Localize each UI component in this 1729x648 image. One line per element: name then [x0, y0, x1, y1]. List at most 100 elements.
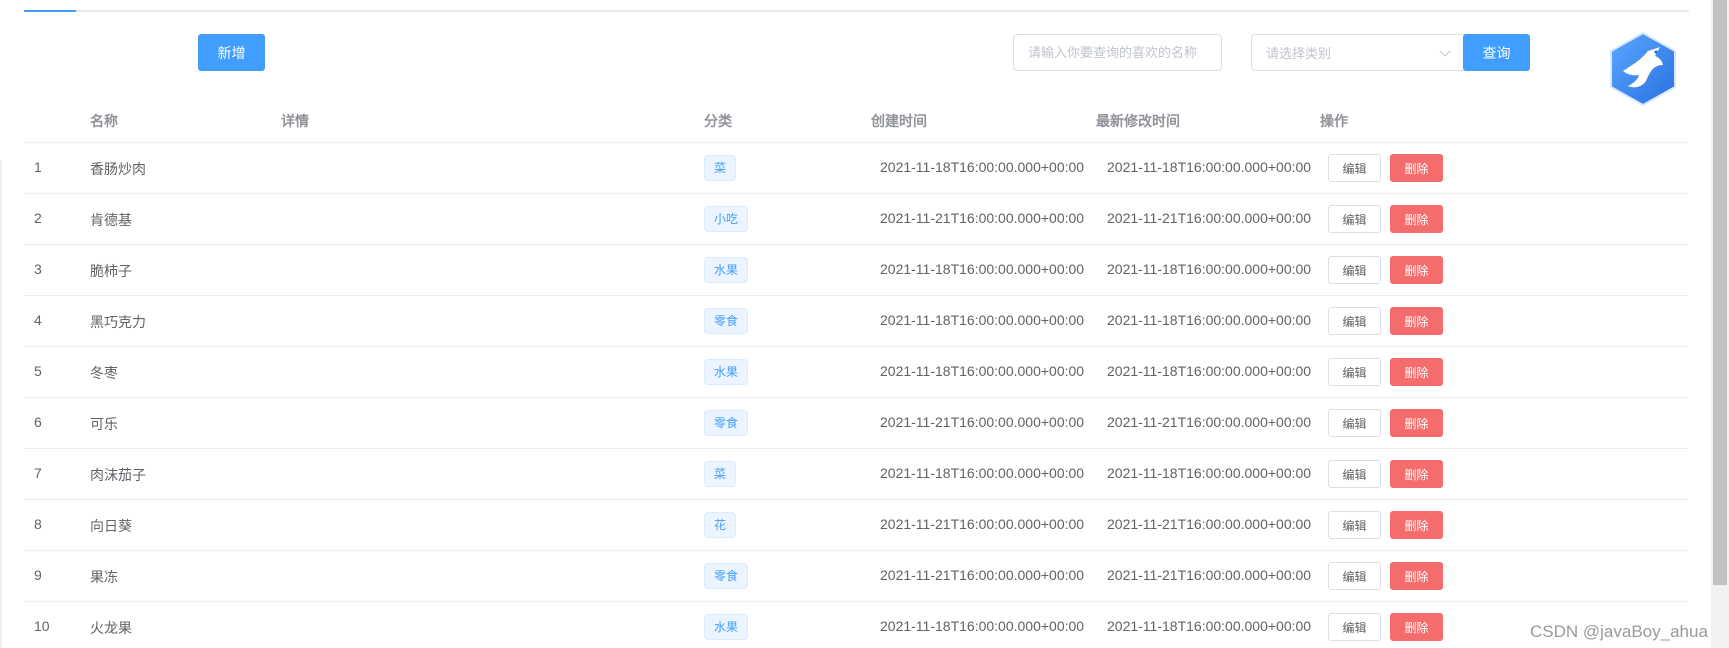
table-row: 4 黑巧克力 零食 2021-11-18T16:00:00.000+00:00 … [24, 296, 1688, 347]
delete-button[interactable]: 删除 [1390, 307, 1443, 335]
row-index: 5 [34, 363, 42, 379]
column-header-detail: 详情 [281, 113, 309, 129]
row-modified-time: 2021-11-18T16:00:00.000+00:00 [1107, 261, 1312, 277]
row-index: 8 [34, 516, 42, 532]
watermark: CSDN @javaBoy_ahua [1530, 622, 1708, 641]
table-header: 名称 详情 分类 创建时间 最新修改时间 操作 [24, 98, 1688, 143]
table-row: 3 脆柿子 水果 2021-11-18T16:00:00.000+00:00 2… [24, 245, 1688, 296]
row-index: 10 [34, 618, 50, 634]
row-modified-time: 2021-11-18T16:00:00.000+00:00 [1107, 465, 1312, 481]
row-name: 黑巧克力 [90, 314, 146, 330]
row-name: 火龙果 [90, 620, 132, 636]
edit-button[interactable]: 编辑 [1328, 358, 1381, 386]
search-button[interactable]: 查询 [1463, 34, 1530, 71]
row-created-time: 2021-11-21T16:00:00.000+00:00 [880, 210, 1085, 226]
column-header-actions: 操作 [1320, 113, 1348, 129]
delete-button[interactable]: 删除 [1390, 205, 1443, 233]
column-header-category: 分类 [704, 113, 732, 129]
delete-button[interactable]: 删除 [1390, 511, 1443, 539]
vertical-scrollbar[interactable] [1711, 0, 1729, 648]
row-name: 冬枣 [90, 365, 118, 381]
column-header-name: 名称 [90, 113, 118, 129]
row-modified-time: 2021-11-18T16:00:00.000+00:00 [1107, 618, 1312, 634]
row-name: 向日葵 [90, 518, 132, 534]
bird-hexagon-logo-icon [1608, 31, 1678, 107]
category-tag: 小吃 [704, 206, 749, 232]
top-tabs [24, 0, 1689, 12]
category-tag: 零食 [704, 410, 749, 436]
row-modified-time: 2021-11-18T16:00:00.000+00:00 [1107, 363, 1312, 379]
page: 新增 请选择类别 查询 名称 详情 分类 创建时间 最新修改时间 操作 [0, 0, 1729, 648]
row-index: 9 [34, 567, 42, 583]
food-table: 名称 详情 分类 创建时间 最新修改时间 操作 1 香肠炒肉 菜 2021-11… [24, 98, 1688, 648]
row-modified-time: 2021-11-21T16:00:00.000+00:00 [1107, 516, 1312, 532]
active-tab-indicator[interactable] [24, 10, 76, 12]
table-row: 6 可乐 零食 2021-11-21T16:00:00.000+00:00 20… [24, 398, 1688, 449]
edit-button[interactable]: 编辑 [1328, 154, 1381, 182]
row-created-time: 2021-11-18T16:00:00.000+00:00 [880, 159, 1085, 175]
row-index: 7 [34, 465, 42, 481]
row-created-time: 2021-11-18T16:00:00.000+00:00 [880, 618, 1085, 634]
row-created-time: 2021-11-21T16:00:00.000+00:00 [880, 567, 1085, 583]
row-created-time: 2021-11-18T16:00:00.000+00:00 [880, 261, 1085, 277]
table-row: 1 香肠炒肉 菜 2021-11-18T16:00:00.000+00:00 2… [24, 143, 1688, 194]
row-index: 1 [34, 159, 42, 175]
category-tag: 水果 [704, 614, 749, 640]
table-row: 9 果冻 零食 2021-11-21T16:00:00.000+00:00 20… [24, 551, 1688, 602]
edit-button[interactable]: 编辑 [1328, 511, 1381, 539]
add-button[interactable]: 新增 [198, 34, 265, 71]
edit-button[interactable]: 编辑 [1328, 460, 1381, 488]
category-tag: 水果 [704, 359, 749, 385]
row-created-time: 2021-11-18T16:00:00.000+00:00 [880, 465, 1085, 481]
category-tag: 菜 [704, 461, 737, 487]
edit-button[interactable]: 编辑 [1328, 256, 1381, 284]
row-name: 可乐 [90, 416, 118, 432]
row-index: 2 [34, 210, 42, 226]
row-name: 香肠炒肉 [90, 161, 146, 177]
column-header-modified: 最新修改时间 [1096, 113, 1180, 129]
delete-button[interactable]: 删除 [1390, 409, 1443, 437]
category-tag: 水果 [704, 257, 749, 283]
column-header-created: 创建时间 [871, 113, 927, 129]
category-tag: 花 [704, 512, 737, 538]
table-row: 7 肉沫茄子 菜 2021-11-18T16:00:00.000+00:00 2… [24, 449, 1688, 500]
left-edge-divider [0, 160, 2, 648]
category-tag: 菜 [704, 155, 737, 181]
category-select-placeholder: 请选择类别 [1266, 46, 1332, 61]
scrollbar-thumb[interactable] [1713, 0, 1727, 585]
category-select[interactable]: 请选择类别 [1251, 34, 1465, 71]
row-name: 脆柿子 [90, 263, 132, 279]
edit-button[interactable]: 编辑 [1328, 409, 1381, 437]
category-tag: 零食 [704, 308, 749, 334]
row-created-time: 2021-11-18T16:00:00.000+00:00 [880, 363, 1085, 379]
row-modified-time: 2021-11-21T16:00:00.000+00:00 [1107, 567, 1312, 583]
category-tag: 零食 [704, 563, 749, 589]
row-name: 肯德基 [90, 212, 132, 228]
chevron-down-icon [1439, 44, 1451, 57]
table-row: 10 火龙果 水果 2021-11-18T16:00:00.000+00:00 … [24, 602, 1688, 648]
delete-button[interactable]: 删除 [1390, 613, 1443, 641]
row-created-time: 2021-11-21T16:00:00.000+00:00 [880, 414, 1085, 430]
table-row: 8 向日葵 花 2021-11-21T16:00:00.000+00:00 20… [24, 500, 1688, 551]
edit-button[interactable]: 编辑 [1328, 205, 1381, 233]
delete-button[interactable]: 删除 [1390, 358, 1443, 386]
row-modified-time: 2021-11-21T16:00:00.000+00:00 [1107, 414, 1312, 430]
edit-button[interactable]: 编辑 [1328, 307, 1381, 335]
delete-button[interactable]: 删除 [1390, 562, 1443, 590]
edit-button[interactable]: 编辑 [1328, 562, 1381, 590]
row-name: 肉沫茄子 [90, 467, 146, 483]
row-created-time: 2021-11-21T16:00:00.000+00:00 [880, 516, 1085, 532]
search-input[interactable] [1013, 34, 1222, 71]
logo-svg [1610, 31, 1676, 107]
row-index: 3 [34, 261, 42, 277]
row-modified-time: 2021-11-21T16:00:00.000+00:00 [1107, 210, 1312, 226]
edit-button[interactable]: 编辑 [1328, 613, 1381, 641]
delete-button[interactable]: 删除 [1390, 154, 1443, 182]
row-index: 4 [34, 312, 42, 328]
table-row: 5 冬枣 水果 2021-11-18T16:00:00.000+00:00 20… [24, 347, 1688, 398]
delete-button[interactable]: 删除 [1390, 460, 1443, 488]
row-index: 6 [34, 414, 42, 430]
row-name: 果冻 [90, 569, 118, 585]
row-modified-time: 2021-11-18T16:00:00.000+00:00 [1107, 312, 1312, 328]
delete-button[interactable]: 删除 [1390, 256, 1443, 284]
